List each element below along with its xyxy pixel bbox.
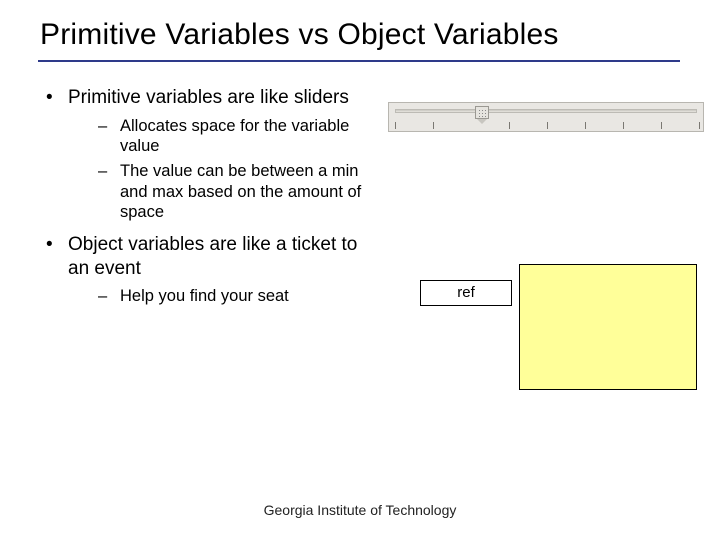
slider-thumb: [475, 106, 489, 119]
sub-bullet: Allocates space for the variable value: [68, 116, 380, 157]
slider-tick: [395, 122, 396, 129]
object-box: [519, 264, 697, 390]
bullet-text: Primitive variables are like sliders: [68, 87, 349, 108]
thumb-grip-icon: [478, 109, 486, 117]
footer-text: Georgia Institute of Technology: [0, 502, 720, 518]
bullet-text: Object variables are like a ticket to an…: [68, 234, 357, 279]
ref-box: ref: [420, 280, 512, 306]
slider-tick: [509, 122, 510, 129]
title-underline: [38, 60, 680, 62]
slider-tick: [623, 122, 624, 129]
sub-list: Allocates space for the variable value T…: [68, 116, 380, 223]
bullet-list: Primitive variables are like sliders All…: [40, 86, 380, 307]
content-block: Primitive variables are like sliders All…: [40, 86, 380, 317]
slider-tick: [661, 122, 662, 129]
slider-tick: [433, 122, 434, 129]
slide: Primitive Variables vs Object Variables …: [0, 0, 720, 540]
sub-bullet: The value can be between a min and max b…: [68, 161, 380, 223]
sub-bullet: Help you find your seat: [68, 286, 380, 307]
slider-track: [395, 109, 697, 113]
bullet-primitive: Primitive variables are like sliders All…: [40, 86, 380, 223]
slider-tick: [547, 122, 548, 129]
slider-tick: [699, 122, 700, 129]
sub-list: Help you find your seat: [68, 286, 380, 307]
bullet-object: Object variables are like a ticket to an…: [40, 233, 380, 307]
slider-graphic: [388, 102, 704, 132]
slider-tick: [585, 122, 586, 129]
page-title: Primitive Variables vs Object Variables: [40, 18, 559, 52]
